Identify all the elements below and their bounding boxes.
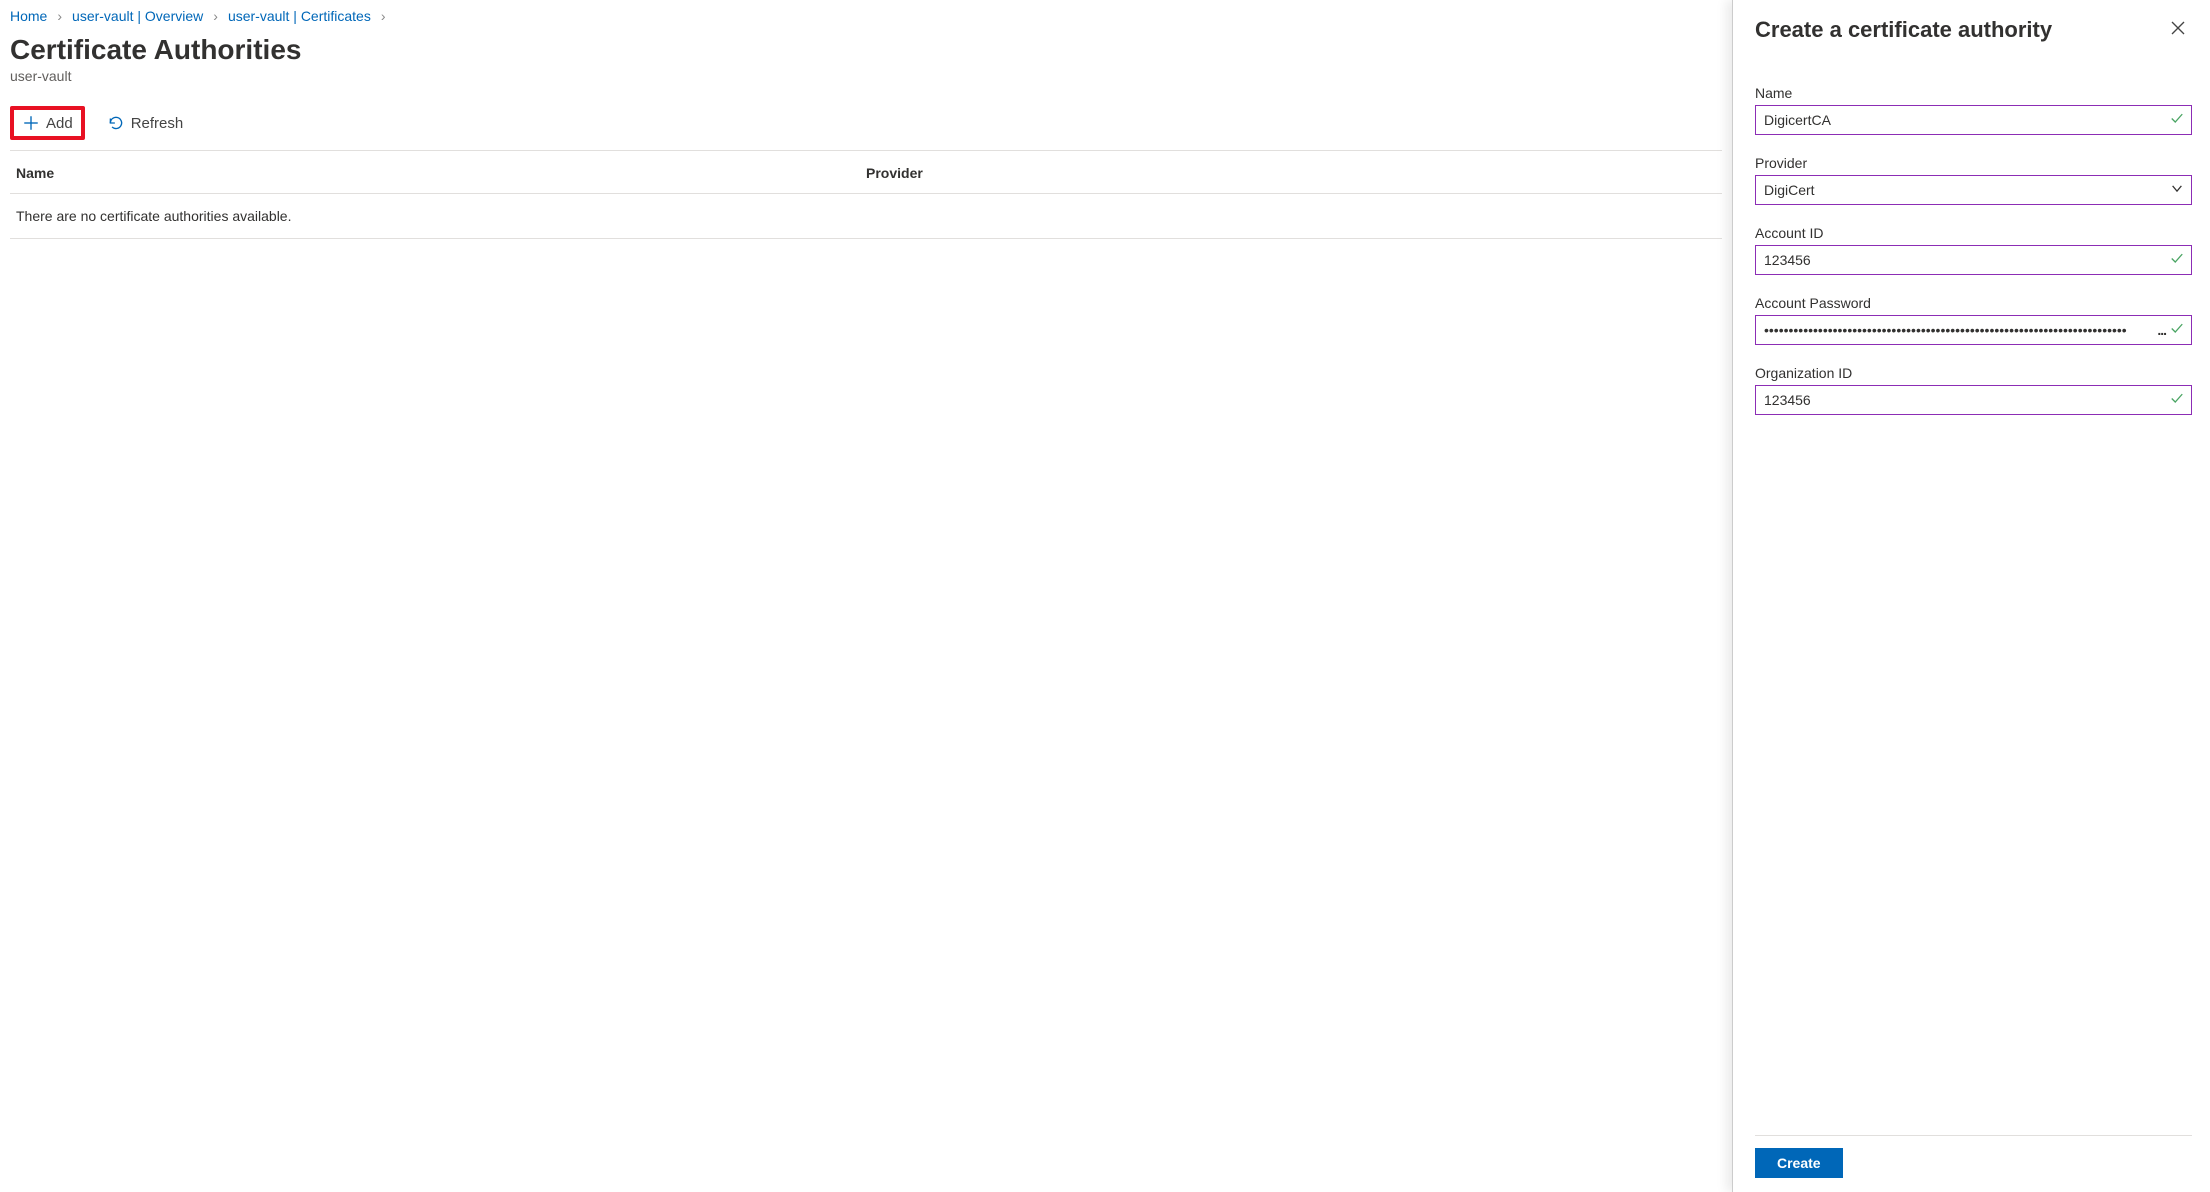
column-header-name[interactable]: Name xyxy=(16,165,866,181)
chevron-down-icon xyxy=(2170,182,2184,199)
refresh-button[interactable]: Refresh xyxy=(99,110,192,136)
chevron-right-icon: › xyxy=(213,8,218,24)
breadcrumb: Home › user-vault | Overview › user-vaul… xyxy=(10,8,1722,24)
page-title: Certificate Authorities xyxy=(10,34,1722,66)
name-field: Name xyxy=(1755,85,2192,135)
provider-label: Provider xyxy=(1755,155,2192,171)
checkmark-icon xyxy=(2170,252,2184,269)
provider-value: DigiCert xyxy=(1764,182,1815,198)
checkmark-icon xyxy=(2170,322,2184,339)
provider-field: Provider DigiCert xyxy=(1755,155,2192,205)
refresh-icon xyxy=(107,114,125,132)
ellipsis-icon: ... xyxy=(2157,322,2166,338)
refresh-button-label: Refresh xyxy=(131,115,184,132)
account-id-input[interactable] xyxy=(1755,245,2192,275)
close-button[interactable] xyxy=(2164,14,2192,45)
page-subtitle: user-vault xyxy=(10,68,1722,84)
panel-title: Create a certificate authority xyxy=(1755,17,2052,43)
account-id-label: Account ID xyxy=(1755,225,2192,241)
add-button[interactable]: Add xyxy=(10,106,85,140)
account-password-field: Account Password ... xyxy=(1755,295,2192,345)
account-password-label: Account Password xyxy=(1755,295,2192,311)
toolbar: Add Refresh xyxy=(10,100,1722,151)
name-input[interactable] xyxy=(1755,105,2192,135)
breadcrumb-home[interactable]: Home xyxy=(10,8,47,24)
account-id-field: Account ID xyxy=(1755,225,2192,275)
checkmark-icon xyxy=(2170,392,2184,409)
organization-id-input[interactable] xyxy=(1755,385,2192,415)
breadcrumb-certificates[interactable]: user-vault | Certificates xyxy=(228,8,371,24)
organization-id-field: Organization ID xyxy=(1755,365,2192,415)
chevron-right-icon: › xyxy=(381,8,386,24)
chevron-right-icon: › xyxy=(57,8,62,24)
table-empty-message: There are no certificate authorities ava… xyxy=(10,194,1722,239)
close-icon xyxy=(2170,20,2186,36)
plus-icon xyxy=(22,114,40,132)
account-password-input[interactable] xyxy=(1755,315,2192,345)
name-label: Name xyxy=(1755,85,2192,101)
table-header: Name Provider xyxy=(10,151,1722,194)
main-content: Home › user-vault | Overview › user-vaul… xyxy=(0,0,1732,1192)
provider-select[interactable]: DigiCert xyxy=(1755,175,2192,205)
organization-id-label: Organization ID xyxy=(1755,365,2192,381)
create-ca-panel: Create a certificate authority Name Prov… xyxy=(1732,0,2210,1192)
create-button[interactable]: Create xyxy=(1755,1148,1843,1178)
column-header-provider[interactable]: Provider xyxy=(866,165,1716,181)
breadcrumb-overview[interactable]: user-vault | Overview xyxy=(72,8,203,24)
add-button-label: Add xyxy=(46,115,73,132)
checkmark-icon xyxy=(2170,112,2184,129)
panel-footer: Create xyxy=(1755,1135,2192,1192)
